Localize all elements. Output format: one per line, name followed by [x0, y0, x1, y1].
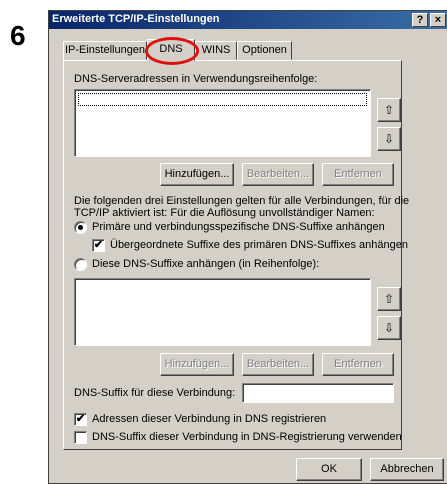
checkbox-use-connection-suffix-label: DNS-Suffix dieser Verbindung in DNS-Regi… — [92, 431, 402, 443]
cancel-button[interactable]: Abbrechen — [370, 458, 444, 481]
connection-suffix-field[interactable] — [242, 383, 394, 403]
tab-ip-settings[interactable]: IP-Einstellungen — [63, 41, 147, 60]
checkbox-parent-suffixes[interactable]: ✔ — [92, 239, 105, 252]
arrow-up-icon: ⇧ — [383, 292, 395, 306]
edit-suffix-button[interactable]: Bearbeiten... — [242, 353, 314, 376]
dns-tab-highlight-ring — [145, 37, 199, 65]
suffix-move-up-button[interactable]: ⇧ — [377, 287, 401, 311]
dialog-window: Erweiterte TCP/IP-Einstellungen ? × IP-E… — [48, 10, 447, 484]
radio-primary-suffixes-label: Primäre und verbindungsspezifische DNS-S… — [92, 221, 385, 233]
checkmark-icon: ✔ — [75, 413, 86, 425]
move-up-button[interactable]: ⇧ — [377, 98, 401, 122]
connection-suffix-label: DNS-Suffix für diese Verbindung: — [74, 387, 236, 399]
close-button[interactable]: × — [430, 13, 446, 27]
arrow-down-icon: ⇩ — [383, 321, 395, 335]
checkbox-use-connection-suffix[interactable] — [74, 431, 87, 444]
checkmark-icon: ✔ — [93, 239, 104, 251]
edit-dns-server-button[interactable]: Bearbeiten... — [242, 163, 314, 186]
list-focus-rect — [78, 93, 367, 106]
radio-primary-suffixes[interactable] — [74, 221, 87, 234]
help-button[interactable]: ? — [412, 13, 428, 27]
ok-button[interactable]: OK — [296, 458, 362, 481]
dns-suffix-list[interactable] — [74, 278, 371, 346]
arrow-up-icon: ⇧ — [383, 103, 395, 117]
move-down-button[interactable]: ⇩ — [377, 127, 401, 151]
window-title: Erweiterte TCP/IP-Einstellungen — [52, 13, 220, 25]
dns-tab-panel: DNS-Serveradressen in Verwendungsreihenf… — [63, 60, 409, 450]
tab-wins[interactable]: WINS — [195, 41, 237, 60]
radio-append-these-suffixes[interactable] — [74, 258, 87, 271]
suffix-move-down-button[interactable]: ⇩ — [377, 316, 401, 340]
dns-servers-label: DNS-Serveradressen in Verwendungsreihenf… — [74, 73, 318, 85]
radio-selected-dot — [78, 225, 83, 230]
arrow-down-icon: ⇩ — [383, 132, 395, 146]
step-number: 6 — [10, 20, 26, 51]
checkbox-parent-suffixes-label: Übergeordnete Suffixe des primären DNS-S… — [110, 239, 408, 251]
add-suffix-button[interactable]: Hinzufügen... — [160, 353, 234, 376]
remove-suffix-button[interactable]: Entfernen — [322, 353, 394, 376]
info-text-line1: Die folgenden drei Einstellungen gelten … — [74, 195, 410, 207]
remove-dns-server-button[interactable]: Entfernen — [322, 163, 394, 186]
checkbox-register-addresses-label: Adressen dieser Verbindung in DNS regist… — [92, 413, 327, 425]
checkbox-register-addresses[interactable]: ✔ — [74, 413, 87, 426]
add-dns-server-button[interactable]: Hinzufügen... — [160, 163, 234, 186]
radio-append-these-suffixes-label: Diese DNS-Suffixe anhängen (in Reihenfol… — [92, 258, 320, 270]
info-text-line2: TCP/IP aktiviert ist: Für die Auflösung … — [74, 207, 375, 219]
title-bar: Erweiterte TCP/IP-Einstellungen ? × — [49, 11, 447, 29]
tab-options[interactable]: Optionen — [237, 41, 292, 60]
dns-server-list[interactable] — [74, 89, 371, 157]
